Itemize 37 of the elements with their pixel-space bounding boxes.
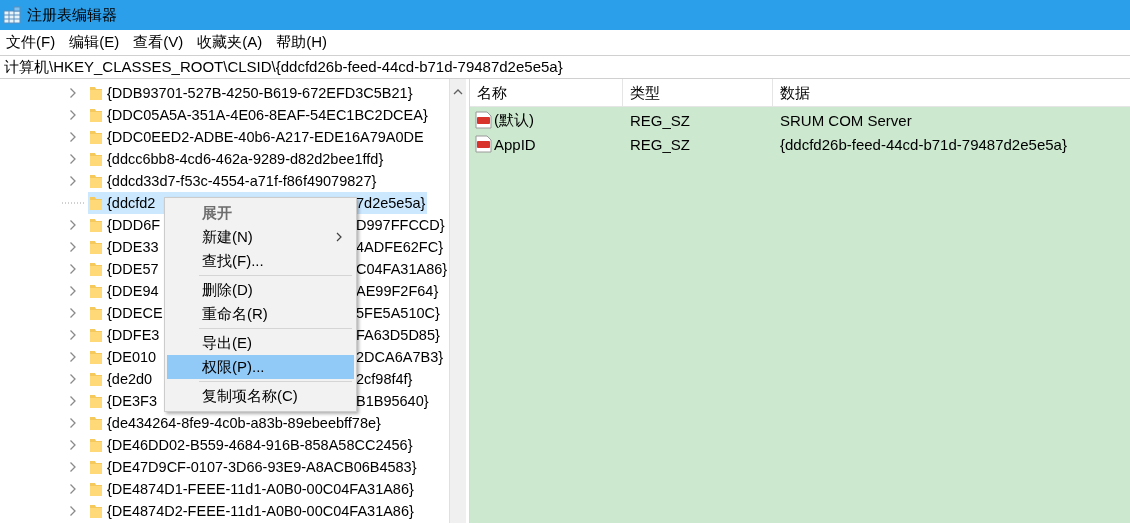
key-name: 5FE5A510C}: [356, 305, 440, 321]
key-name: {de2d0: [107, 371, 153, 387]
key-name: {ddcd33d7-f53c-4554-a71f-f86f49079827}: [107, 173, 377, 189]
key-name: {DE3F3: [107, 393, 157, 409]
value-name: AppID: [494, 135, 536, 153]
window-title: 注册表编辑器: [27, 5, 117, 25]
key-name: {DE010: [107, 349, 157, 365]
key-name: {de434264-8fe9-4c0b-a83b-89ebeebff78e}: [107, 415, 381, 431]
key-name: 7d2e5e5a}: [356, 195, 426, 211]
key-name: {DE47D9CF-0107-3D66-93E9-A8ACB06B4583}: [107, 459, 417, 475]
key-name: {DDE94: [107, 283, 159, 299]
key-name: {DDE33: [107, 239, 159, 255]
key-name: {DDC05A5A-351A-4E06-8EAF-54EC1BC2DCEA}: [107, 107, 428, 123]
value-type: REG_SZ: [629, 111, 691, 129]
value-type: REG_SZ: [629, 135, 691, 153]
value-name: (默认): [494, 110, 534, 130]
value-data: {ddcfd26b-feed-44cd-b71d-79487d2e5e5a}: [779, 135, 1068, 153]
key-name: {DE46DD02-B559-4684-916B-858A58CC2456}: [107, 437, 413, 453]
key-name: D997FFCCD}: [356, 217, 445, 233]
key-name: C04FA31A86}: [356, 261, 448, 277]
key-name: {ddcfd2: [107, 195, 156, 211]
key-name: {DE4874D1-FEEE-11d1-A0B0-00C04FA31A86}: [107, 481, 414, 497]
key-name: {DDB93701-527B-4250-B619-672EFD3C5B21}: [107, 85, 413, 101]
key-name: {ddcc6bb8-4cd6-462a-9289-d82d2bee1ffd}: [107, 151, 384, 167]
key-name: {DDD6F: [107, 217, 161, 233]
key-name: {DE4874D2-FEEE-11d1-A0B0-00C04FA31A86}: [107, 503, 414, 519]
key-name: {DDC0EED2-ADBE-40b6-A217-EDE16A79A0DE: [107, 129, 424, 145]
value-data: SRUM COM Server: [779, 111, 913, 129]
key-name: FA63D5D85}: [356, 327, 440, 343]
key-name: 2cf98f4f}: [356, 371, 413, 387]
key-name: {DDECE: [107, 305, 163, 321]
key-name: AE99F2F64}: [356, 283, 439, 299]
key-name: {DDE57: [107, 261, 159, 277]
key-name: B1B95640}: [356, 393, 429, 409]
key-name: 4ADFE62FC}: [356, 239, 444, 255]
key-name: 2DCA6A7B3}: [356, 349, 444, 365]
key-name: {DDFE3: [107, 327, 160, 343]
